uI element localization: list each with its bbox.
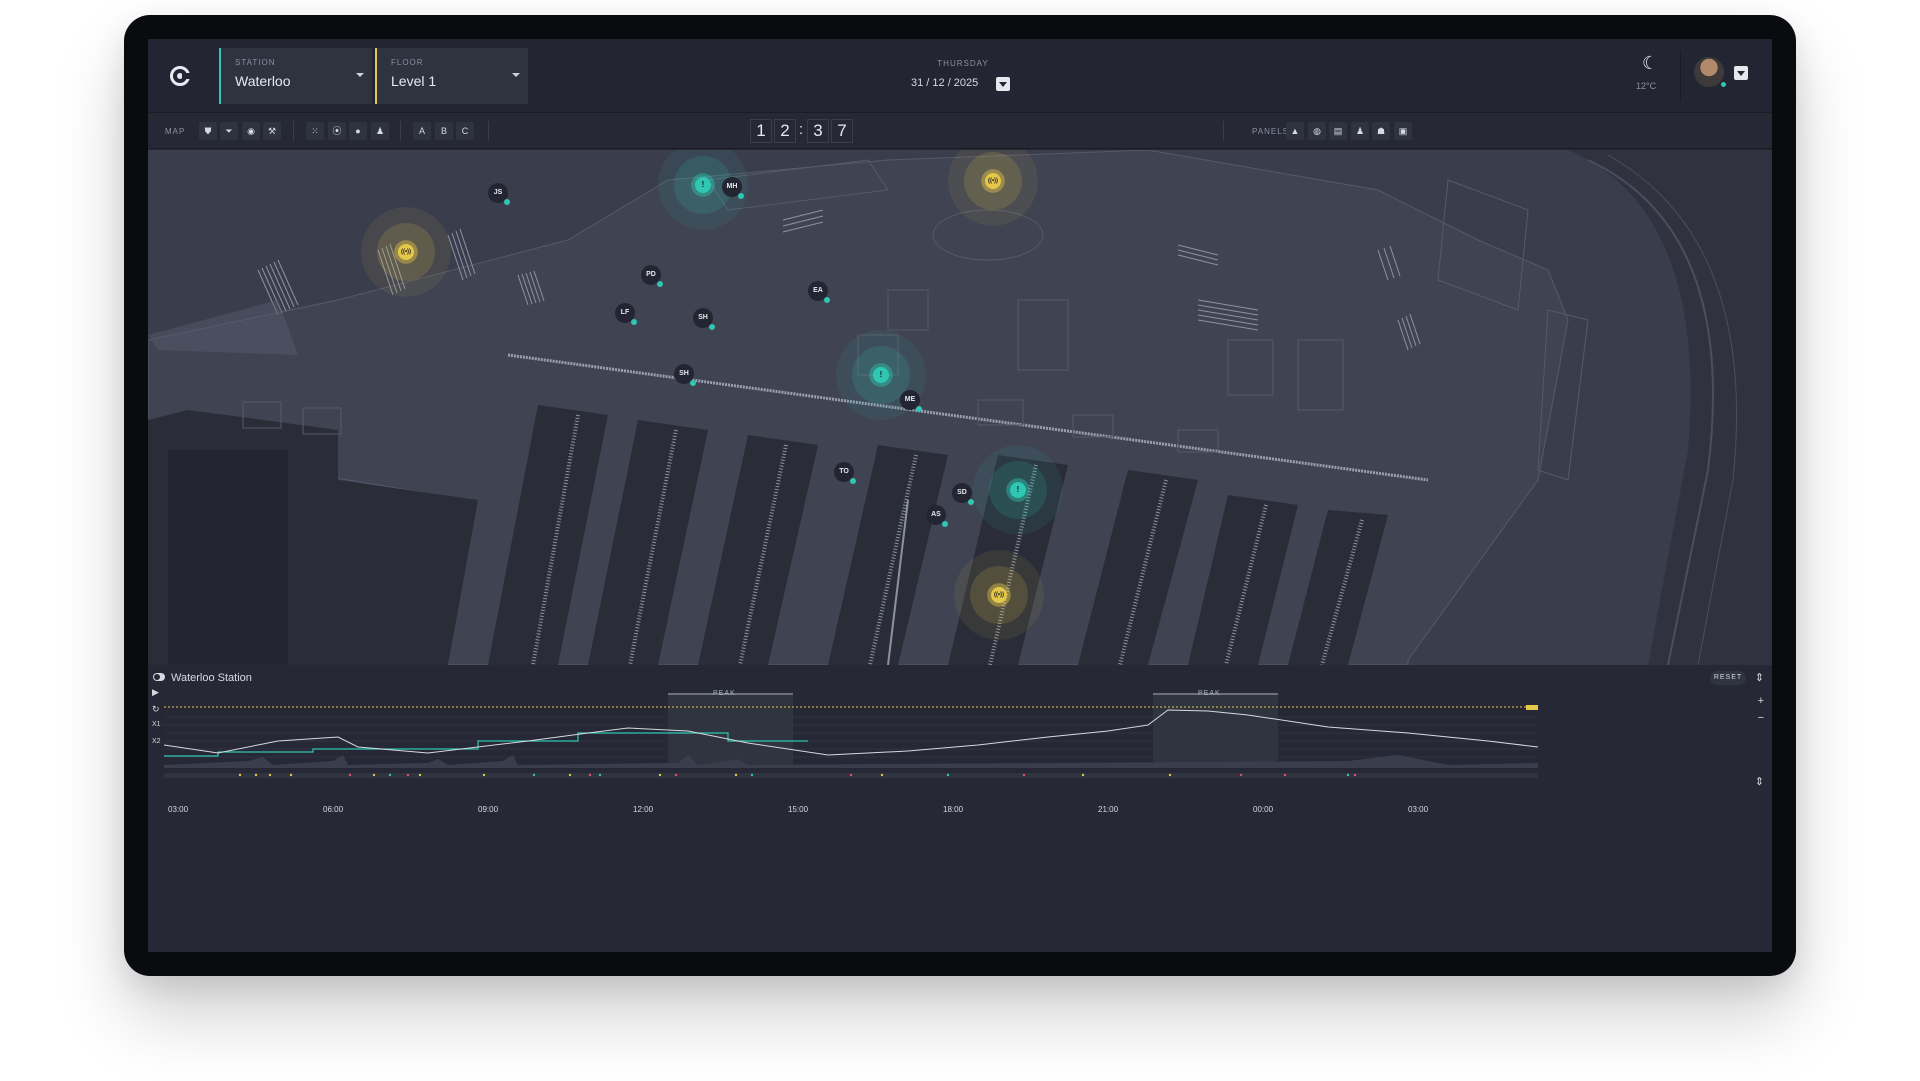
- floor-label: FLOOR: [391, 58, 424, 67]
- pin-icon[interactable]: ●: [349, 122, 367, 140]
- broadcast-alert[interactable]: ((•)): [361, 207, 451, 297]
- date-value: 31 / 12 / 2025: [911, 77, 979, 89]
- broadcast-alert[interactable]: ((•)): [954, 550, 1044, 640]
- grid-icon[interactable]: ⁙: [306, 122, 324, 140]
- staff-marker[interactable]: ME: [900, 390, 922, 412]
- time-tick: 12:00: [633, 805, 654, 814]
- map-label: MAP: [165, 127, 186, 136]
- target-icon[interactable]: ◉: [242, 122, 260, 140]
- staff-marker[interactable]: MH: [722, 177, 744, 199]
- chevron-down-icon: [512, 73, 520, 77]
- time-tick: 21:00: [1098, 805, 1119, 814]
- clock-minute-tens: 3: [807, 119, 829, 143]
- time-tick: 06:00: [323, 805, 344, 814]
- online-status-indicator: [1720, 81, 1727, 88]
- peak-label: PEAK: [1198, 690, 1221, 697]
- train-icon[interactable]: ▣: [1394, 122, 1412, 140]
- station-value: Waterloo: [235, 73, 291, 89]
- staff-marker[interactable]: PD: [641, 265, 663, 287]
- device-frame: STATION Waterloo FLOOR Level 1 THURSDAY …: [124, 15, 1796, 976]
- moon-icon: ☾: [1642, 53, 1659, 73]
- person-icon[interactable]: ♟: [371, 122, 389, 140]
- alert-icon[interactable]: ▲: [1286, 122, 1304, 140]
- eye-icon[interactable]: ◍: [1308, 122, 1326, 140]
- staff-marker[interactable]: TO: [834, 462, 856, 484]
- panels-label: PANELS: [1252, 127, 1289, 136]
- staff-marker[interactable]: JS: [488, 183, 510, 205]
- person-icon[interactable]: ♟: [1351, 122, 1369, 140]
- time-tick: 15:00: [788, 805, 809, 814]
- app-screen: STATION Waterloo FLOOR Level 1 THURSDAY …: [148, 39, 1772, 952]
- day-label: THURSDAY: [937, 59, 989, 68]
- timeline-chart: [163, 693, 1539, 778]
- peak-label: PEAK: [713, 690, 736, 697]
- clock-hour-ones: 2: [774, 119, 796, 143]
- station-label: STATION: [235, 58, 276, 67]
- zone-b-button[interactable]: B: [435, 122, 453, 140]
- time-tick: 03:00: [1408, 805, 1429, 814]
- floor-select[interactable]: FLOOR Level 1: [375, 48, 528, 104]
- staff-marker[interactable]: LF: [615, 303, 637, 325]
- clock-hour-tens: 1: [750, 119, 772, 143]
- user-menu-button[interactable]: [1734, 66, 1748, 80]
- staff-marker[interactable]: SH: [693, 308, 715, 330]
- staff-marker[interactable]: AS: [926, 505, 948, 527]
- clock-minute-ones: 7: [831, 119, 853, 143]
- zone-a-button[interactable]: A: [413, 122, 431, 140]
- filter-icon[interactable]: ⏷: [220, 122, 238, 140]
- date-picker-button[interactable]: [996, 77, 1010, 91]
- map-toolbar: MAP ⛊ ⏷ ◉ ⚒ ⁙ ⦿ ● ♟ A B C 1 2 : 3 7 PANE…: [148, 113, 1772, 149]
- incident-alert[interactable]: !: [973, 445, 1063, 535]
- station-select[interactable]: STATION Waterloo: [219, 48, 372, 104]
- clipboard-icon[interactable]: ▤: [1329, 122, 1347, 140]
- clock-separator: :: [799, 121, 804, 138]
- staff-marker[interactable]: SH: [674, 364, 696, 386]
- group-icon[interactable]: ☗: [1372, 122, 1390, 140]
- floor-value: Level 1: [391, 73, 437, 89]
- zone-c-button[interactable]: C: [456, 122, 474, 140]
- station-floor-map[interactable]: ! ! ! ((•)) ((•)) ((•)) JS MH PD EA LF S…: [148, 150, 1772, 665]
- time-tick: 00:00: [1253, 805, 1274, 814]
- signal-icon[interactable]: ⦿: [328, 122, 346, 140]
- staff-marker[interactable]: SD: [952, 483, 974, 505]
- app-header: STATION Waterloo FLOOR Level 1 THURSDAY …: [148, 39, 1772, 113]
- time-tick: 09:00: [478, 805, 499, 814]
- staff-marker[interactable]: EA: [808, 281, 830, 303]
- chevron-down-icon: [356, 73, 364, 77]
- shield-icon[interactable]: ⛊: [199, 122, 217, 140]
- timeline-panel: Waterloo Station RESET ⇕ ▶ ↻ X1 X2 + − ⇕: [148, 665, 1772, 952]
- time-tick: 03:00: [168, 805, 189, 814]
- temperature: 12°C: [1636, 81, 1657, 91]
- time-tick: 18:00: [943, 805, 964, 814]
- wrench-icon[interactable]: ⚒: [263, 122, 281, 140]
